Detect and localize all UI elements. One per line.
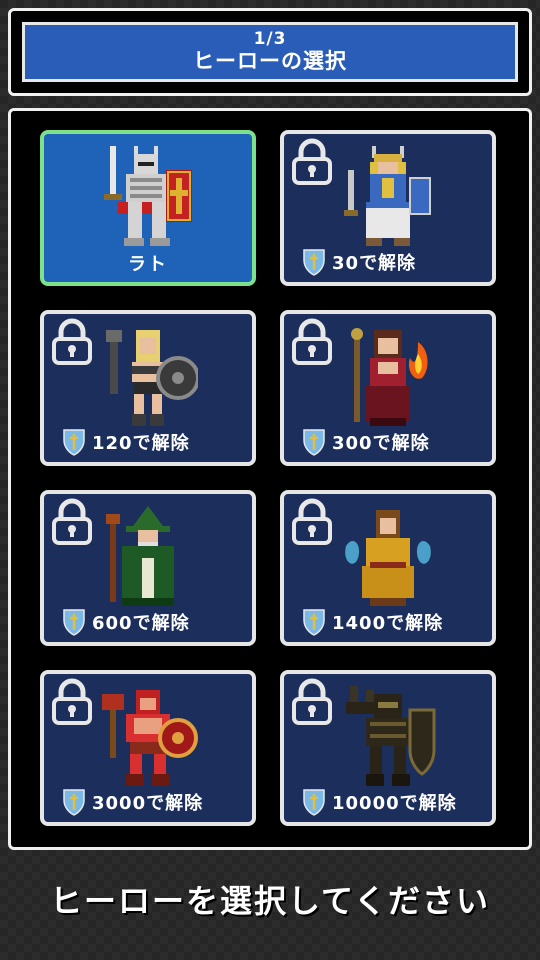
unlock-label: で解除 bbox=[146, 793, 204, 814]
dark-knight-portrait bbox=[346, 686, 436, 786]
unlock-cost: 600で解除 bbox=[62, 608, 190, 636]
hero-card-2[interactable]: 30で解除 bbox=[280, 130, 496, 286]
hero-card-4[interactable]: 300で解除 bbox=[280, 310, 496, 466]
page-indicator: 1/3 bbox=[253, 29, 287, 49]
lock-icon bbox=[292, 678, 332, 725]
header-banner: 1/3 ヒーローの選択 bbox=[22, 22, 518, 82]
hero-card-3[interactable]: 120で解除 bbox=[40, 310, 256, 466]
select-hero-prompt: ヒーローを選択してください bbox=[49, 882, 491, 920]
unlock-label: で解除 bbox=[359, 253, 417, 274]
hero-name: ラト bbox=[128, 254, 168, 275]
unlock-cost-value: 30 bbox=[332, 253, 360, 274]
hero-card-6[interactable]: 1400で解除 bbox=[280, 490, 496, 646]
unlock-label: で解除 bbox=[386, 613, 444, 634]
unlock-cost: 1400で解除 bbox=[302, 608, 443, 636]
screen-title: ヒーローの選択 bbox=[193, 49, 347, 73]
lock-icon bbox=[52, 678, 92, 725]
unlock-cost: 120で解除 bbox=[62, 428, 190, 456]
hero-card-5[interactable]: 600で解除 bbox=[40, 490, 256, 646]
header-panel: 1/3 ヒーローの選択 bbox=[8, 8, 532, 96]
hero-card-7[interactable]: 3000で解除 bbox=[40, 670, 256, 826]
lock-icon bbox=[292, 498, 332, 545]
unlock-label: で解除 bbox=[399, 793, 457, 814]
unlock-cost-value: 10000 bbox=[332, 793, 400, 814]
barbarian-portrait bbox=[102, 690, 198, 786]
shield-icon bbox=[303, 429, 325, 456]
unlock-cost-value: 3000 bbox=[92, 793, 147, 814]
hero-grid-panel: ラト 30で解除 120で解除 300で解除 600で解除 1400で解除 30… bbox=[8, 108, 532, 850]
shield-icon bbox=[303, 789, 325, 816]
unlock-cost: 10000で解除 bbox=[302, 788, 457, 816]
hero-card-8[interactable]: 10000で解除 bbox=[280, 670, 496, 826]
lock-icon bbox=[52, 318, 92, 365]
shield-icon bbox=[63, 789, 85, 816]
unlock-cost-value: 120 bbox=[92, 433, 133, 454]
knight-portrait bbox=[104, 146, 192, 246]
amazon-warrior-portrait bbox=[106, 330, 198, 426]
unlock-cost: 3000で解除 bbox=[62, 788, 203, 816]
unlock-label: で解除 bbox=[132, 433, 190, 454]
fire-sorceress-portrait bbox=[351, 328, 428, 426]
unlock-cost: 30で解除 bbox=[302, 248, 416, 276]
unlock-label: で解除 bbox=[132, 613, 190, 634]
lock-icon bbox=[292, 138, 332, 185]
unlock-cost: 300で解除 bbox=[302, 428, 430, 456]
valkyrie-portrait bbox=[344, 146, 431, 246]
unlock-cost-value: 600 bbox=[92, 613, 133, 634]
unlock-cost-value: 300 bbox=[332, 433, 373, 454]
lock-icon bbox=[52, 498, 92, 545]
shield-icon bbox=[63, 609, 85, 636]
shield-icon bbox=[303, 249, 325, 276]
green-wizard-portrait bbox=[106, 506, 174, 606]
shield-icon bbox=[63, 429, 85, 456]
hero-card-1[interactable]: ラト bbox=[40, 130, 256, 286]
monk-portrait bbox=[345, 510, 431, 606]
shield-icon bbox=[303, 609, 325, 636]
lock-icon bbox=[292, 318, 332, 365]
unlock-cost-value: 1400 bbox=[332, 613, 387, 634]
unlock-label: で解除 bbox=[372, 433, 430, 454]
